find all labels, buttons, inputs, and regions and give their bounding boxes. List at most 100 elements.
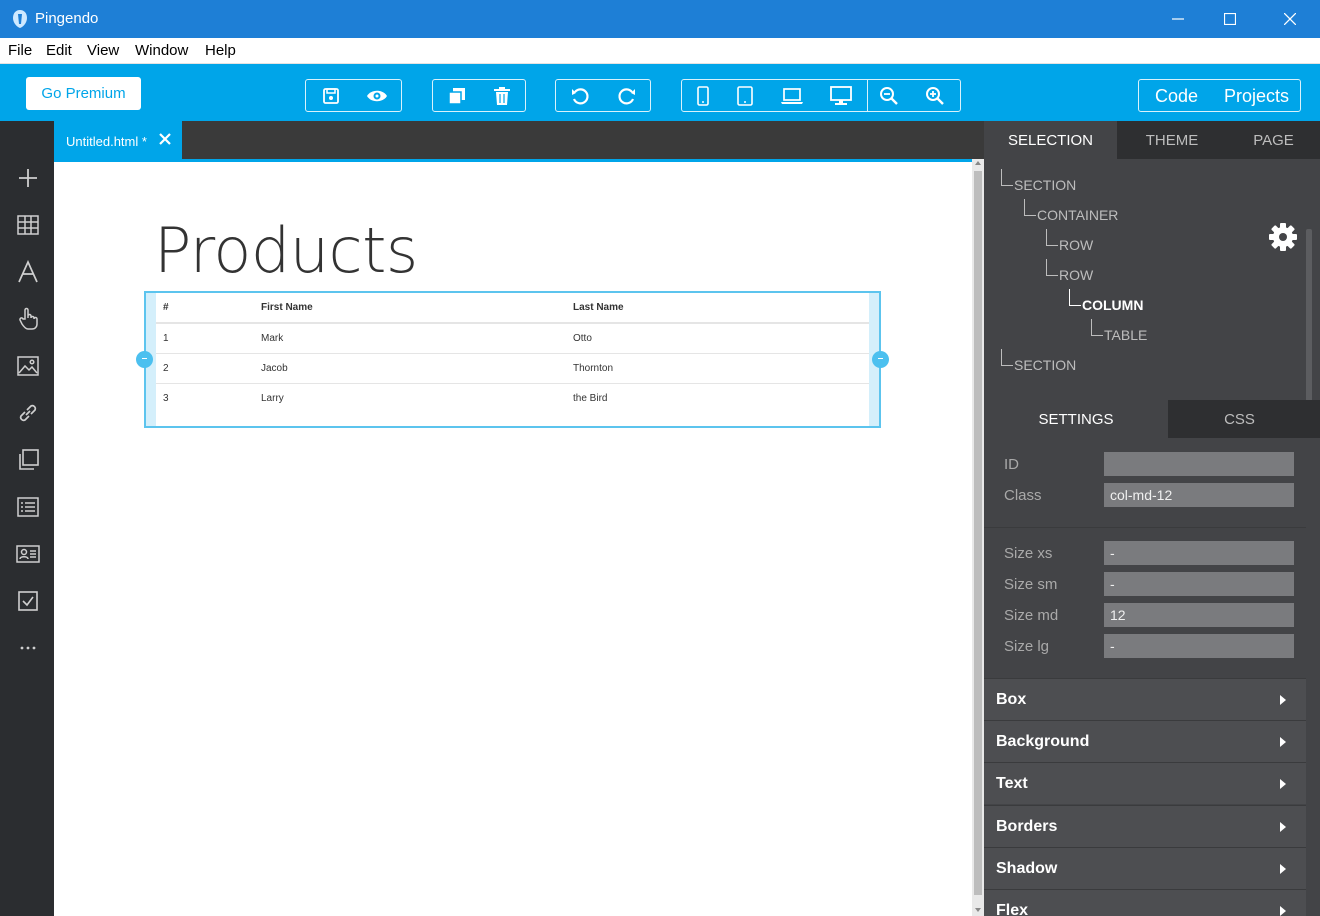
id-input[interactable] — [1104, 452, 1294, 476]
pingendo-logo-icon — [13, 10, 27, 28]
section-shadow[interactable]: Shadow — [984, 847, 1306, 889]
code-button[interactable]: Code — [1155, 86, 1198, 107]
class-input[interactable]: col-md-12 — [1104, 483, 1294, 507]
tab-selection[interactable]: SELECTION — [984, 121, 1117, 159]
expand-arrow-icon — [1280, 906, 1286, 916]
resize-handle-left[interactable] — [136, 351, 153, 368]
section-flex[interactable]: Flex — [984, 889, 1306, 916]
table-header-row: # First Name Last Name — [156, 293, 869, 324]
section-text[interactable]: Text — [984, 762, 1306, 804]
redo-button[interactable] — [614, 84, 640, 108]
zoom-in-button[interactable] — [922, 84, 948, 108]
menu-edit[interactable]: Edit — [46, 42, 72, 59]
close-tab-icon[interactable] — [158, 132, 172, 146]
size-sm-label: Size sm — [1004, 576, 1058, 593]
table-cell: Mark — [254, 323, 566, 354]
tab-theme[interactable]: THEME — [1117, 121, 1227, 159]
add-element-button[interactable] — [14, 164, 42, 192]
minimize-button[interactable] — [1150, 0, 1206, 38]
products-table[interactable]: # First Name Last Name 1 Mark Otto 2 Jac… — [156, 293, 869, 413]
tree-connector — [1024, 199, 1036, 216]
table-cell: Jacob — [254, 353, 566, 384]
contact-components-button[interactable] — [14, 540, 42, 568]
maximize-button[interactable] — [1202, 0, 1258, 38]
delete-button[interactable] — [489, 84, 515, 108]
view-phone-button[interactable] — [690, 84, 716, 108]
undo-button[interactable] — [567, 84, 593, 108]
table-header: # — [156, 293, 254, 324]
menu-view[interactable]: View — [87, 42, 119, 59]
settings-tabs: SETTINGS CSS — [984, 400, 1320, 438]
properties-panel: SELECTION THEME PAGE SECTION CONTAINER R… — [984, 121, 1320, 916]
section-background[interactable]: Background — [984, 720, 1306, 762]
go-premium-button[interactable]: Go Premium — [26, 77, 141, 110]
scroll-down-arrow[interactable] — [975, 908, 981, 912]
scrollbar-thumb[interactable] — [974, 171, 982, 895]
menu-file[interactable]: File — [8, 42, 32, 59]
view-tablet-button[interactable] — [732, 84, 758, 108]
tree-node-column-selected[interactable]: COLUMN — [1082, 297, 1143, 313]
save-button[interactable] — [318, 84, 344, 108]
form-components-button[interactable] — [14, 587, 42, 615]
tree-node-row[interactable]: ROW — [1059, 267, 1093, 283]
canvas-scrollbar[interactable] — [972, 159, 984, 916]
preview-button[interactable] — [364, 84, 390, 108]
interactive-components-button[interactable] — [14, 305, 42, 333]
minimize-icon — [1172, 18, 1184, 20]
more-components-button[interactable] — [14, 634, 42, 662]
table-wrapper: # First Name Last Name 1 Mark Otto 2 Jac… — [156, 293, 869, 426]
tree-node-container[interactable]: CONTAINER — [1037, 207, 1118, 223]
document-tab-label: Untitled.html * — [66, 134, 147, 149]
table-cell: 3 — [163, 392, 169, 404]
table-row: 1 Mark Otto — [156, 323, 869, 354]
maximize-icon — [1224, 13, 1236, 25]
tab-css[interactable]: CSS — [1168, 400, 1311, 438]
image-icon — [17, 356, 39, 376]
layers-components-button[interactable] — [14, 446, 42, 474]
projects-button[interactable]: Projects — [1224, 86, 1289, 107]
design-canvas[interactable]: Products # First Name Last Name 1 Mark O… — [54, 159, 972, 916]
scroll-up-arrow[interactable] — [975, 161, 981, 165]
more-dots-icon — [20, 646, 36, 650]
zoom-out-icon — [880, 87, 898, 105]
tab-settings[interactable]: SETTINGS — [984, 400, 1168, 438]
tree-node-section[interactable]: SECTION — [1014, 177, 1076, 193]
close-window-button[interactable] — [1262, 0, 1318, 38]
tree-scrollbar[interactable] — [1306, 229, 1312, 429]
tree-node-table[interactable]: TABLE — [1104, 327, 1147, 343]
phone-icon — [697, 86, 709, 106]
view-laptop-button[interactable] — [779, 84, 805, 108]
size-md-input[interactable]: 12 — [1104, 603, 1294, 627]
duplicate-button[interactable] — [444, 84, 470, 108]
file-actions-group — [305, 79, 402, 112]
pingendo-app: Pingendo File Edit View Window Help Go P… — [0, 0, 1320, 916]
resize-handle-right[interactable] — [872, 351, 889, 368]
desktop-icon — [830, 86, 852, 105]
save-icon — [323, 88, 339, 104]
menu-window[interactable]: Window — [135, 42, 188, 59]
expand-arrow-icon — [1280, 695, 1286, 705]
menu-bar: File Edit View Window Help — [0, 38, 1320, 64]
page-heading[interactable]: Products — [154, 214, 418, 287]
gear-icon[interactable] — [1268, 222, 1298, 252]
document-tab[interactable]: Untitled.html * — [54, 121, 182, 159]
tree-node-row[interactable]: ROW — [1059, 237, 1093, 253]
list-components-button[interactable] — [14, 493, 42, 521]
section-box[interactable]: Box — [984, 678, 1306, 720]
link-components-button[interactable] — [14, 399, 42, 427]
tab-page[interactable]: PAGE — [1227, 121, 1320, 159]
tree-node-section[interactable]: SECTION — [1014, 357, 1076, 373]
view-desktop-button[interactable] — [828, 84, 854, 108]
size-xs-input[interactable]: - — [1104, 541, 1294, 565]
zoom-out-button[interactable] — [876, 84, 902, 108]
selected-column[interactable]: # First Name Last Name 1 Mark Otto 2 Jac… — [136, 291, 889, 428]
undo-icon — [572, 88, 589, 105]
text-components-button[interactable] — [14, 258, 42, 286]
size-lg-input[interactable]: - — [1104, 634, 1294, 658]
media-components-button[interactable] — [14, 352, 42, 380]
menu-help[interactable]: Help — [205, 42, 236, 59]
grid-components-button[interactable] — [14, 211, 42, 239]
size-sm-input[interactable]: - — [1104, 572, 1294, 596]
section-label: Box — [996, 691, 1027, 708]
section-borders[interactable]: Borders — [984, 805, 1306, 847]
